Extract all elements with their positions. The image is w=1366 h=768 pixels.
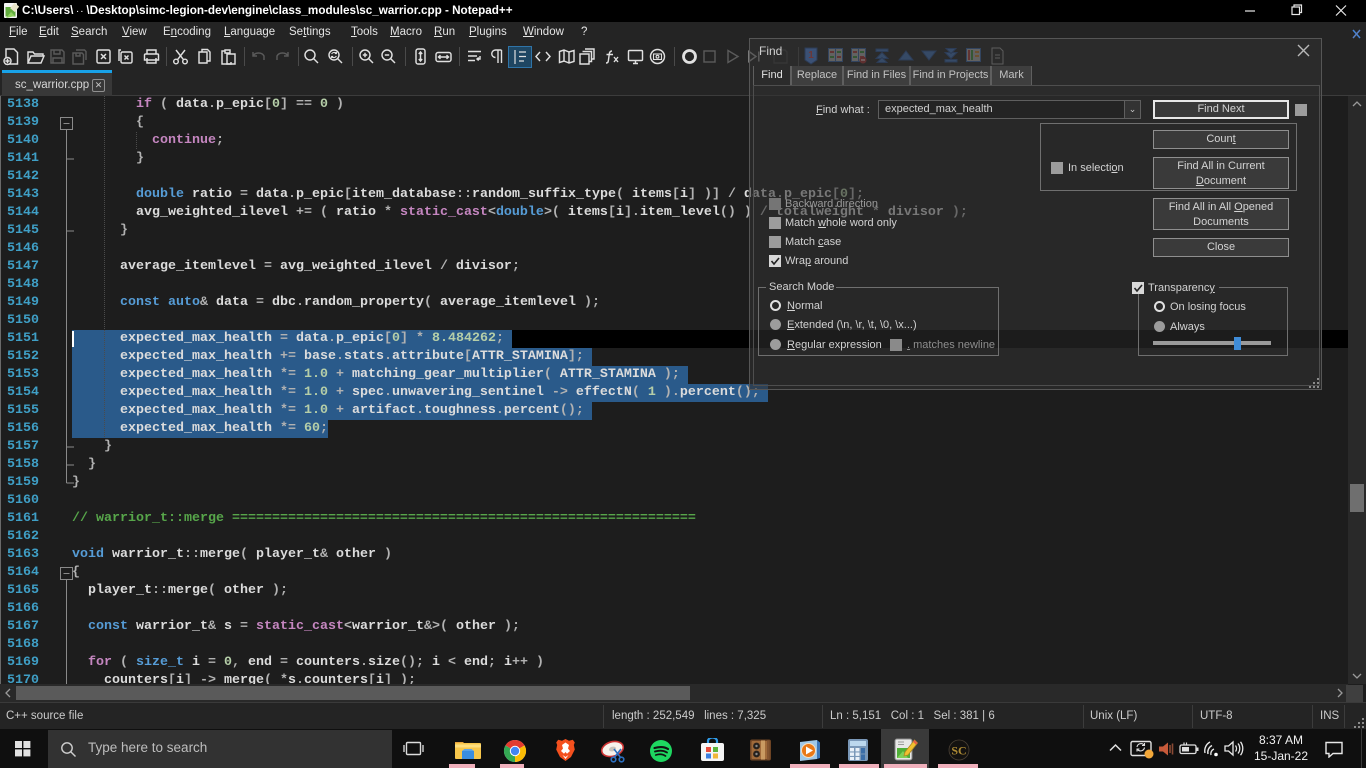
svg-text:SC: SC (951, 744, 966, 758)
